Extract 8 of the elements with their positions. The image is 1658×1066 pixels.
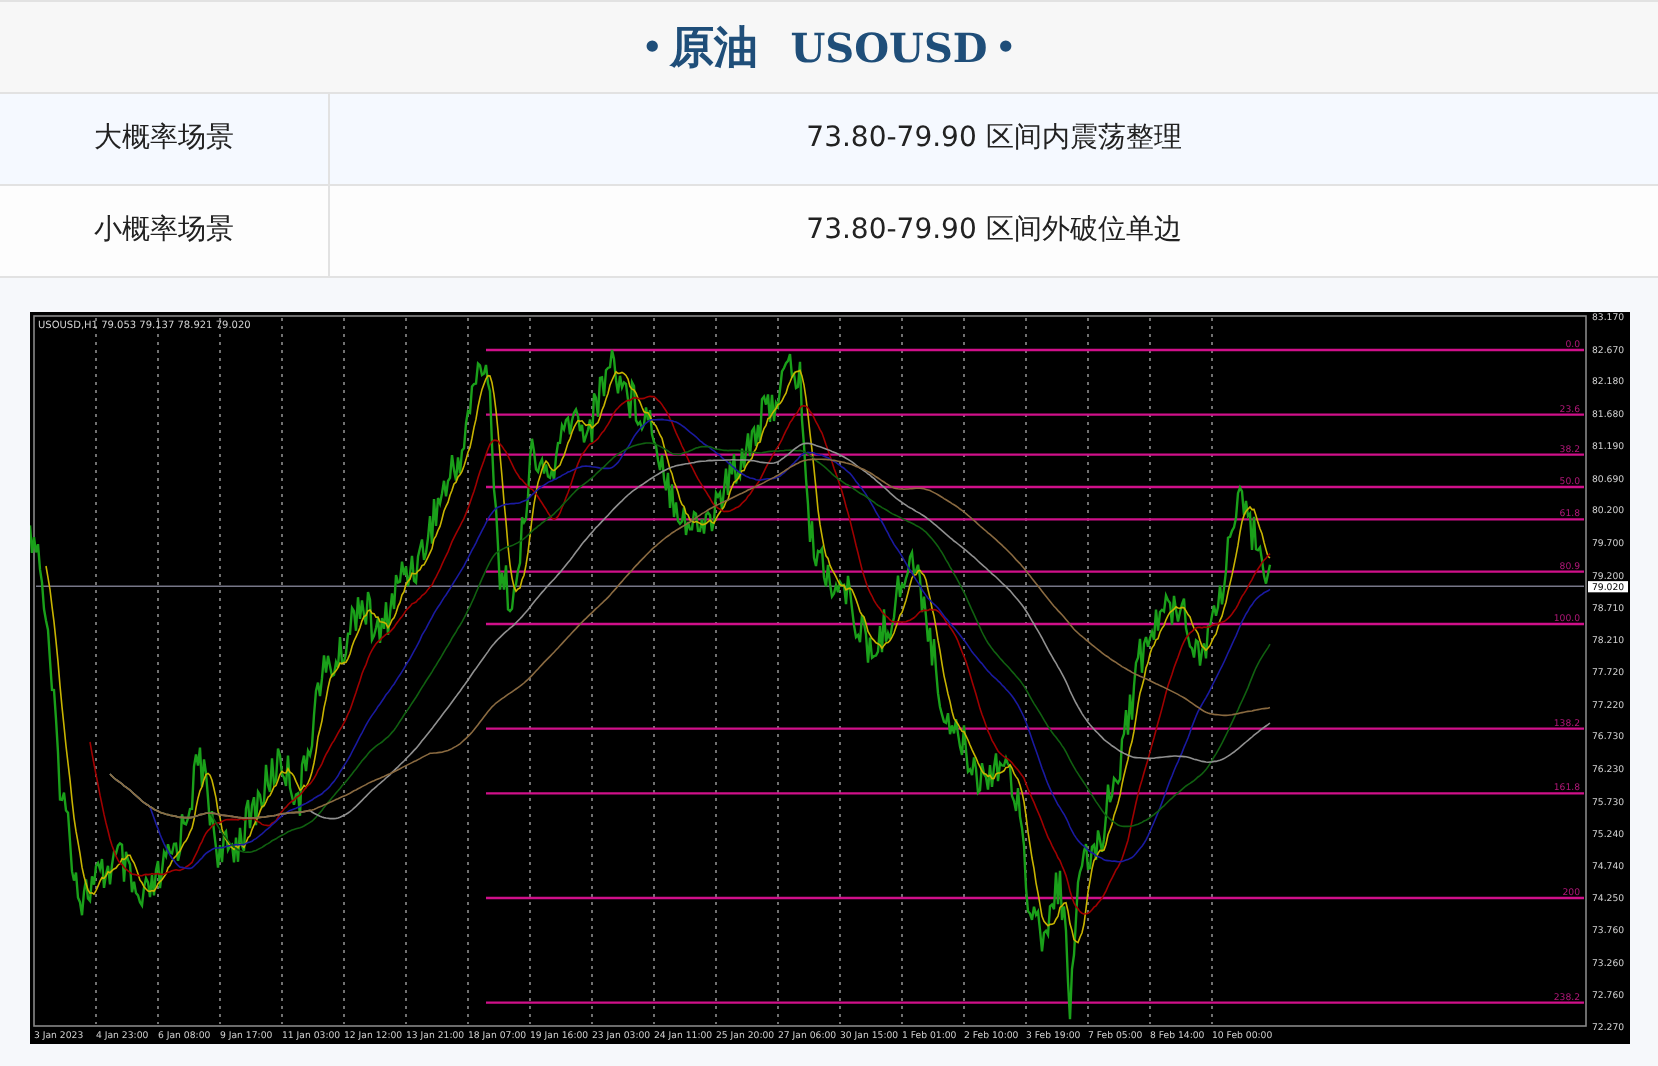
table-cell: 大概率场景 — [0, 94, 330, 184]
title-symbol: USOUSD — [790, 21, 988, 75]
table-cell: 小概率场景 — [0, 186, 330, 276]
title-name: 原油 — [670, 20, 759, 76]
bullet: • — [641, 25, 663, 69]
table-cell-text: 73.80-79.90 区间内震荡整理 — [804, 120, 1184, 158]
bullet: • — [995, 25, 1016, 69]
table-cell-text: 73.80-79.90 区间外破位单边 — [804, 212, 1184, 250]
